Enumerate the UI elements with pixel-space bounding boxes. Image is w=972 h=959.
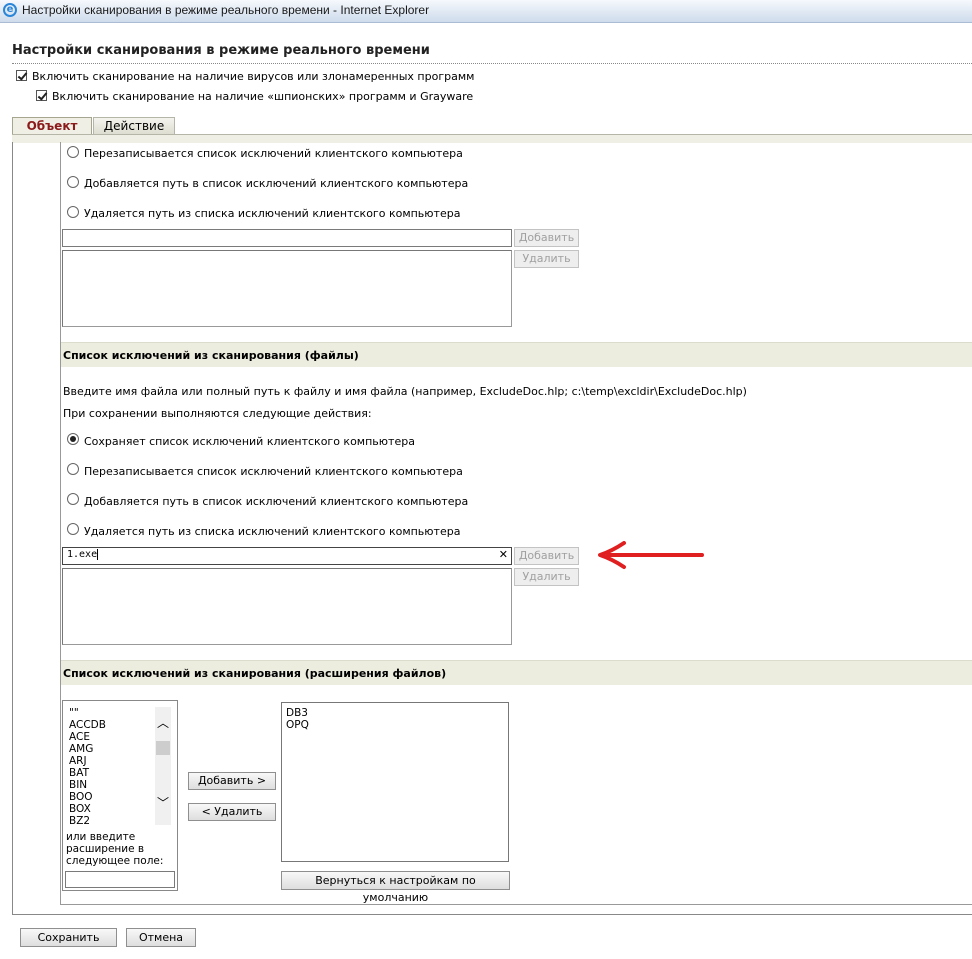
files-section-header: Список исключений из сканирования (файлы… [61, 342, 972, 367]
ext-hint-line-3: следующее поле: [66, 855, 164, 867]
available-extension-item[interactable]: "" [69, 707, 106, 719]
available-extension-item[interactable]: ACE [69, 731, 106, 743]
available-extension-item[interactable]: BZ2 [69, 815, 106, 827]
enable-spyware-scan-checkbox[interactable] [36, 90, 47, 101]
available-extensions-list[interactable]: "" ACCDB ACE AMG ARJ BAT BIN BOO BOX BZ2 ︿ ﹀ [65, 703, 173, 829]
files-exclusion-list[interactable] [62, 568, 512, 645]
tab-action[interactable]: Действие [93, 117, 175, 135]
ext-input-hint: или введите расширение в следующее поле: [66, 831, 163, 867]
selected-extension-item[interactable]: DB3 [286, 707, 309, 719]
files-on-save-label: При сохранении выполняются следующие дей… [63, 407, 372, 420]
dirs-add-button[interactable]: Добавить [514, 229, 579, 247]
clear-input-icon[interactable]: ✕ [499, 548, 508, 562]
available-extension-item[interactable]: ARJ [69, 755, 106, 767]
files-option-keep-label: Сохраняет список исключений клиентского … [84, 435, 415, 448]
available-extension-item[interactable]: BOX [69, 803, 106, 815]
files-add-button[interactable]: Добавить [514, 547, 579, 565]
available-extensions-scrollbar[interactable]: ︿ ﹀ [155, 707, 171, 825]
custom-extension-input[interactable] [65, 871, 175, 888]
files-option-remove-label: Удаляется путь из списка исключений клие… [84, 525, 461, 538]
files-option-keep-radio[interactable] [67, 433, 79, 445]
files-option-overwrite-label: Перезаписывается список исключений клиен… [84, 465, 463, 478]
dirs-path-input[interactable] [62, 229, 512, 247]
available-extension-item[interactable]: AMG [69, 743, 106, 755]
window-titlebar: e Настройки сканирования в режиме реальн… [0, 0, 972, 23]
title-divider [12, 63, 972, 64]
dirs-option-overwrite-radio[interactable] [67, 146, 79, 158]
files-hint: Введите имя файла или полный путь к файл… [63, 385, 747, 398]
dirs-option-remove-label: Удаляется путь из списка исключений клие… [84, 207, 461, 220]
page-title: Настройки сканирования в режиме реальног… [12, 43, 430, 58]
dirs-option-add-label: Добавляется путь в список исключений кли… [84, 177, 469, 190]
dirs-option-remove-radio[interactable] [67, 206, 79, 218]
annotation-arrow-icon [598, 541, 704, 569]
available-extensions-items: "" ACCDB ACE AMG ARJ BAT BIN BOO BOX BZ2 [69, 707, 106, 827]
selected-extensions-items: DB3 OPQ [286, 707, 309, 731]
selected-extensions-list[interactable]: DB3 OPQ [281, 702, 509, 862]
files-option-remove-radio[interactable] [67, 523, 79, 535]
dirs-exclusion-list[interactable] [62, 250, 512, 327]
scroll-down-icon[interactable]: ﹀ [155, 797, 171, 809]
dirs-option-overwrite-label: Перезаписывается список исключений клиен… [84, 147, 463, 160]
enable-virus-scan-label: Включить сканирование на наличие вирусов… [32, 70, 475, 83]
files-path-value: 1.exe [67, 549, 98, 560]
ext-hint-line-2: расширение в [66, 843, 145, 855]
files-remove-button[interactable]: Удалить [514, 568, 579, 586]
selected-extension-item[interactable]: OPQ [286, 719, 309, 731]
text-cursor [97, 548, 99, 560]
ext-section-header: Список исключений из сканирования (расши… [61, 660, 972, 685]
dirs-option-add-radio[interactable] [67, 176, 79, 188]
reset-defaults-button[interactable]: Вернуться к настройкам по умолчанию [281, 871, 510, 904]
save-button[interactable]: Сохранить [20, 928, 117, 947]
available-extension-item[interactable]: BOO [69, 791, 106, 803]
available-extension-item[interactable]: BIN [69, 779, 106, 791]
available-extension-item[interactable]: ACCDB [69, 719, 106, 731]
enable-virus-scan-checkbox[interactable] [16, 70, 27, 81]
files-option-overwrite-radio[interactable] [67, 463, 79, 475]
available-extension-item[interactable]: BAT [69, 767, 106, 779]
tab-object[interactable]: Объект [12, 117, 92, 135]
ext-hint-line-1: или введите [66, 831, 136, 843]
window-title: Настройки сканирования в режиме реальног… [22, 3, 430, 17]
ext-remove-button[interactable]: < Удалить [188, 803, 276, 821]
cancel-button[interactable]: Отмена [126, 928, 196, 947]
internet-explorer-icon: e [3, 3, 17, 17]
enable-spyware-scan-label: Включить сканирование на наличие «шпионс… [52, 90, 474, 103]
files-option-add-label: Добавляется путь в список исключений кли… [84, 495, 469, 508]
files-path-input[interactable]: 1.exe ✕ [62, 547, 512, 565]
files-option-add-radio[interactable] [67, 493, 79, 505]
dirs-remove-button[interactable]: Удалить [514, 250, 579, 268]
scroll-up-icon[interactable]: ︿ [155, 717, 171, 729]
ext-panel: "" ACCDB ACE AMG ARJ BAT BIN BOO BOX BZ2 ︿ ﹀ или … [62, 700, 178, 891]
scroll-thumb[interactable] [156, 741, 170, 755]
ext-add-button[interactable]: Добавить > [188, 772, 276, 790]
